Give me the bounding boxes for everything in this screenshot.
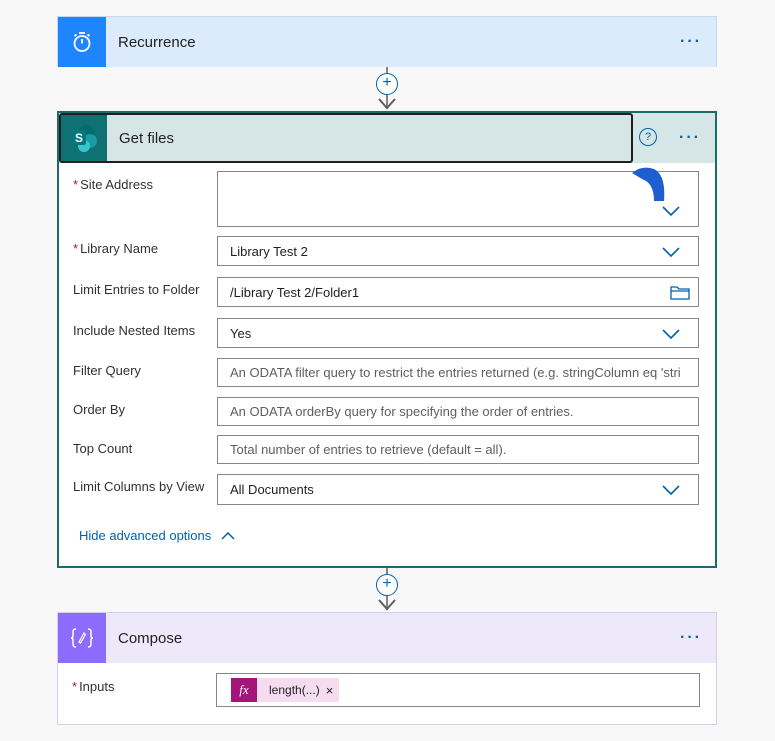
limit-entries-label: Limit Entries to Folder bbox=[73, 282, 200, 297]
site-address-label: * Site Address bbox=[73, 177, 154, 192]
folder-icon[interactable] bbox=[670, 285, 690, 300]
filter-query-input[interactable]: An ODATA filter query to restrict the en… bbox=[217, 358, 699, 387]
function-icon: fx bbox=[231, 678, 257, 702]
top-count-placeholder: Total number of entries to retrieve (def… bbox=[230, 442, 507, 457]
nested-items-dropdown[interactable]: Yes bbox=[217, 318, 699, 348]
insert-step-button[interactable]: + bbox=[376, 73, 398, 95]
braces-icon bbox=[58, 613, 106, 663]
hide-advanced-options-link[interactable]: Hide advanced options bbox=[79, 528, 235, 543]
library-name-dropdown[interactable]: Library Test 2 bbox=[217, 236, 699, 266]
get-files-header-focus[interactable]: S Get files bbox=[59, 113, 633, 163]
remove-token-button[interactable]: × bbox=[326, 683, 334, 698]
inputs-field[interactable]: fx length(...) × bbox=[216, 673, 700, 707]
limit-columns-label: Limit Columns by View bbox=[73, 479, 205, 494]
get-files-title: Get files bbox=[119, 129, 175, 147]
expression-token[interactable]: fx length(...) × bbox=[231, 678, 340, 702]
limit-columns-dropdown[interactable]: All Documents bbox=[217, 474, 699, 505]
library-name-label: * Library Name bbox=[73, 241, 159, 256]
order-by-input[interactable]: An ODATA orderBy query for specifying th… bbox=[217, 397, 699, 426]
cursor-highlight-icon bbox=[632, 167, 665, 201]
recurrence-header[interactable]: Recurrence ··· bbox=[58, 17, 716, 67]
limit-entries-input[interactable]: /Library Test 2/Folder1 bbox=[217, 277, 699, 307]
expression-token-label: length(...) bbox=[269, 683, 320, 697]
compose-title: Compose bbox=[118, 629, 183, 647]
get-files-card[interactable]: S Get files ? ··· * Site Address * Library… bbox=[57, 111, 717, 568]
chevron-down-icon[interactable] bbox=[662, 247, 680, 257]
order-by-label: Order By bbox=[73, 402, 126, 417]
limit-entries-value: /Library Test 2/Folder1 bbox=[230, 284, 360, 300]
top-count-input[interactable]: Total number of entries to retrieve (def… bbox=[217, 435, 699, 464]
compose-header[interactable]: Compose ··· bbox=[58, 613, 716, 663]
compose-card[interactable]: Compose ··· * Inputs fx length(...) × bbox=[57, 612, 717, 725]
help-button[interactable]: ? bbox=[639, 128, 657, 146]
stopwatch-icon bbox=[58, 17, 106, 67]
filter-query-placeholder: An ODATA filter query to restrict the en… bbox=[230, 365, 681, 380]
top-count-label: Top Count bbox=[73, 441, 133, 456]
get-files-header[interactable]: S Get files ? ··· bbox=[59, 113, 715, 163]
library-name-value: Library Test 2 bbox=[230, 243, 308, 259]
sharepoint-letter: S bbox=[75, 131, 83, 145]
site-address-input[interactable] bbox=[217, 171, 699, 227]
recurrence-menu-button[interactable]: ··· bbox=[680, 33, 702, 51]
filter-query-label: Filter Query bbox=[73, 363, 141, 378]
recurrence-title: Recurrence bbox=[118, 33, 196, 51]
inputs-label: * Inputs bbox=[72, 679, 115, 694]
chevron-up-icon bbox=[221, 531, 235, 540]
nested-items-label: Include Nested Items bbox=[73, 323, 196, 338]
get-files-menu-button[interactable]: ··· bbox=[679, 129, 701, 147]
chevron-down-icon[interactable] bbox=[662, 206, 680, 216]
hide-advanced-options-label: Hide advanced options bbox=[79, 528, 212, 543]
recurrence-card[interactable]: Recurrence ··· bbox=[57, 16, 717, 67]
order-by-placeholder: An ODATA orderBy query for specifying th… bbox=[230, 404, 574, 419]
nested-items-value: Yes bbox=[230, 325, 252, 341]
limit-columns-value: All Documents bbox=[230, 482, 314, 497]
chevron-down-icon[interactable] bbox=[662, 329, 680, 339]
chevron-down-icon[interactable] bbox=[662, 485, 680, 495]
compose-menu-button[interactable]: ··· bbox=[680, 629, 702, 647]
sharepoint-icon: S bbox=[61, 115, 107, 161]
insert-step-button[interactable]: + bbox=[376, 574, 398, 596]
